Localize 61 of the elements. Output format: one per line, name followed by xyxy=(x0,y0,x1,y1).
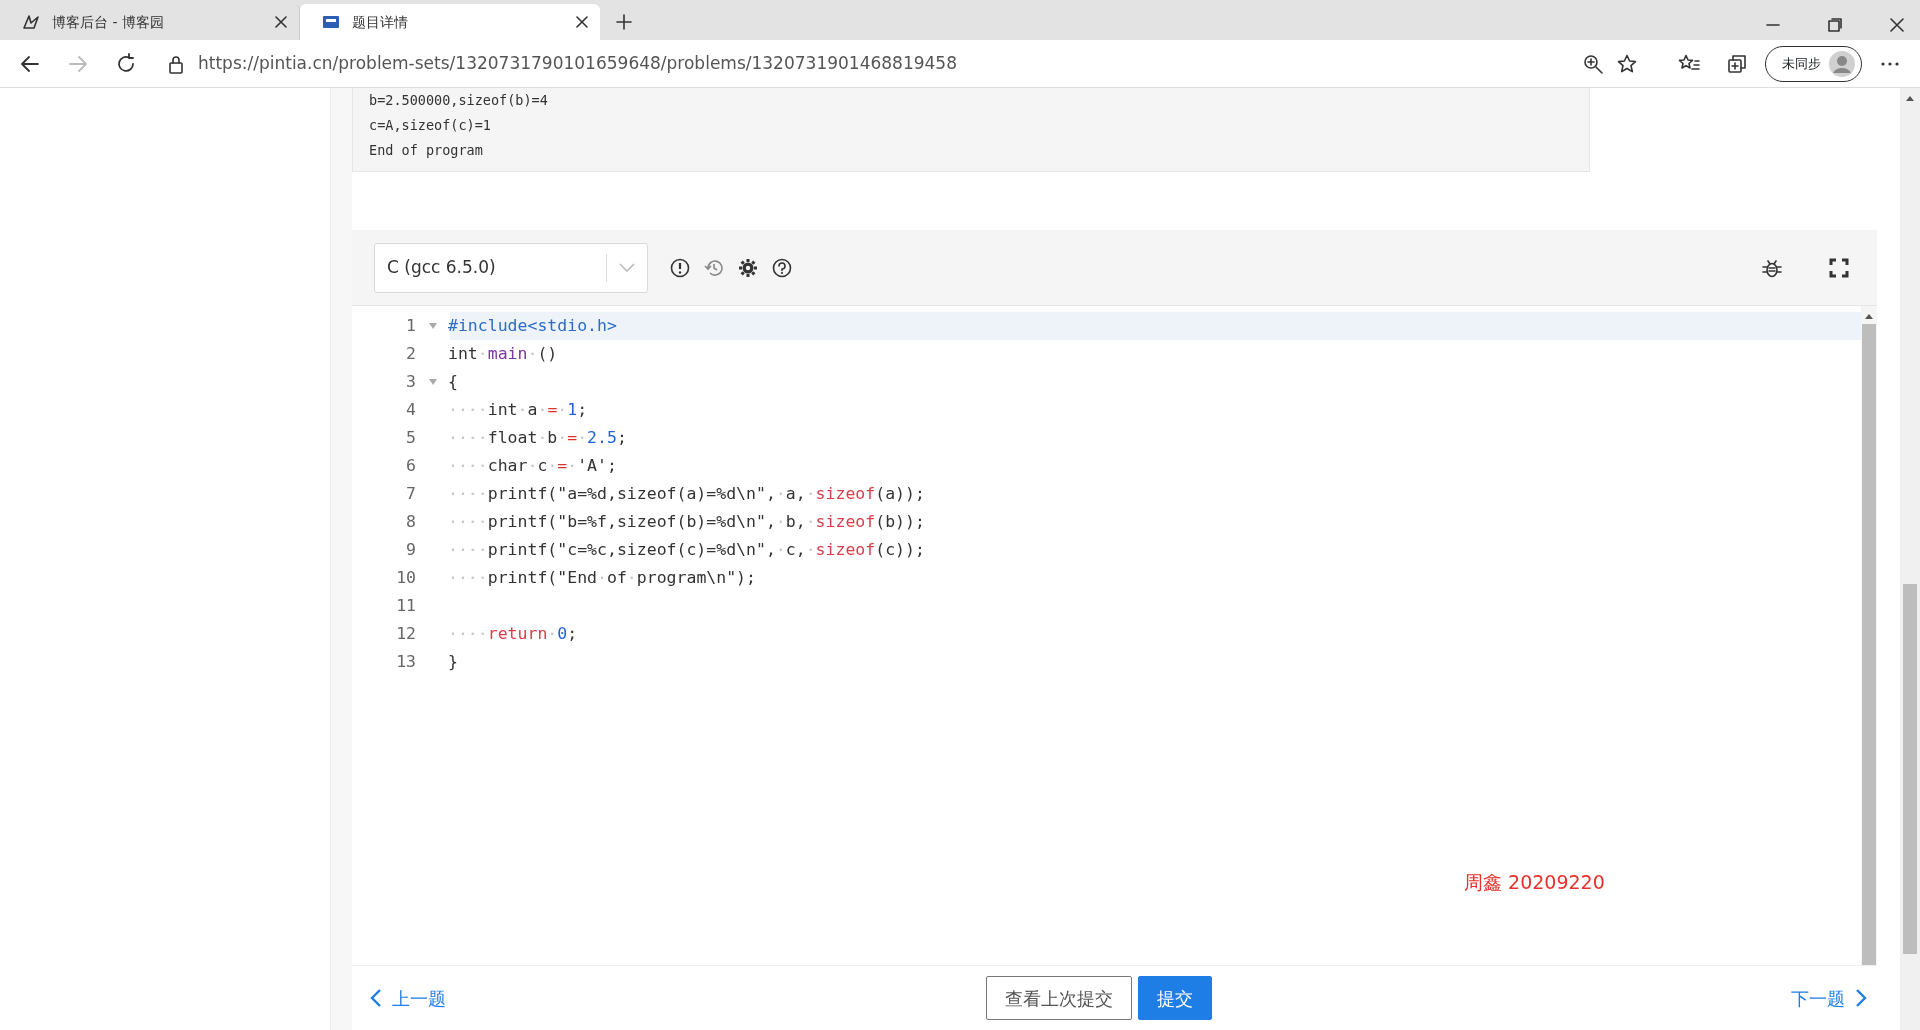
language-select[interactable]: C (gcc 6.5.0) xyxy=(374,242,648,293)
line-number: 13 xyxy=(395,650,417,673)
next-link[interactable]: 下一题 xyxy=(1791,984,1867,1012)
line-number: 8 xyxy=(405,510,417,533)
code-line: int·main·() xyxy=(448,342,558,365)
collections-icon[interactable] xyxy=(1727,53,1747,74)
refresh-icon xyxy=(115,52,137,75)
browser-tab[interactable]: 题目详情 xyxy=(300,4,600,40)
line-number: 2 xyxy=(405,342,417,365)
line-number: 4 xyxy=(405,398,417,421)
code-line: { xyxy=(448,370,458,393)
zoom-icon[interactable] xyxy=(1583,53,1603,74)
code-line: } xyxy=(448,650,458,673)
chevron-right-icon xyxy=(1855,988,1867,1008)
line-number: 10 xyxy=(395,566,417,589)
close-icon[interactable] xyxy=(1890,18,1904,32)
line-number: 9 xyxy=(405,538,417,561)
code-line: ····int·a·=·1; xyxy=(448,398,588,421)
line-number: 5 xyxy=(405,426,417,449)
plus-icon[interactable] xyxy=(615,13,633,31)
code-line: ····float·b·=·2.5; xyxy=(448,426,627,449)
line-number: 6 xyxy=(405,454,417,477)
editor-scrollbar[interactable] xyxy=(1861,306,1877,965)
scroll-up-icon[interactable] xyxy=(1864,312,1874,320)
code-line: ····char·c·=·'A'; xyxy=(448,454,617,477)
avatar-icon xyxy=(1829,50,1855,77)
close-icon[interactable] xyxy=(576,16,588,28)
previous-link[interactable]: 上一题 xyxy=(370,984,446,1012)
output-line: c=A,sizeof(c)=1 xyxy=(369,116,492,135)
alert-icon[interactable] xyxy=(670,257,690,278)
line-number: 1 xyxy=(405,314,417,337)
submit-button[interactable]: 提交 xyxy=(1137,976,1212,1020)
code-line: #include<stdio.h> xyxy=(448,314,617,337)
code-line: ····printf("c=%c,sizeof(c)=%d\n",·c,·sizeof(c)); xyxy=(448,538,925,561)
code-line: ····printf("End·of·program\n"); xyxy=(448,566,756,589)
chevron-left-icon xyxy=(370,988,382,1008)
help-icon[interactable] xyxy=(772,257,792,278)
more-icon[interactable] xyxy=(1880,60,1900,67)
scroll-up-icon[interactable] xyxy=(1905,94,1915,102)
fullscreen-icon[interactable] xyxy=(1829,257,1849,278)
output-line: b=2.500000,sizeof(b)=4 xyxy=(369,91,549,110)
close-icon[interactable] xyxy=(275,16,287,28)
line-number: 7 xyxy=(405,482,417,505)
restore-icon[interactable] xyxy=(1828,18,1842,32)
star-icon[interactable] xyxy=(1617,53,1637,74)
history-icon[interactable] xyxy=(704,257,724,278)
settings-icon[interactable] xyxy=(738,257,758,278)
code-line: ····return·0; xyxy=(448,622,578,645)
code-line: ····printf("b=%f,sizeof(b)=%d\n",·b,·sizeof(b)); xyxy=(448,510,925,533)
chevron-down-icon xyxy=(619,262,635,273)
line-number: 11 xyxy=(395,594,417,617)
annotation-text: 周鑫 20209220 xyxy=(1464,870,1605,895)
page-icon xyxy=(322,13,340,31)
history-button[interactable]: 查看上次提交 xyxy=(985,976,1132,1020)
code-line: ····printf("a=%d,sizeof(a)=%d\n",·a,·sizeof(a)); xyxy=(448,482,925,505)
line-number: 3 xyxy=(405,370,417,393)
output-line: End of program xyxy=(369,141,484,160)
page-scrollbar[interactable] xyxy=(1900,88,1920,1030)
line-number: 12 xyxy=(395,622,417,645)
profile-button[interactable]: 未同步 xyxy=(1765,45,1862,82)
lock-icon xyxy=(168,53,184,74)
